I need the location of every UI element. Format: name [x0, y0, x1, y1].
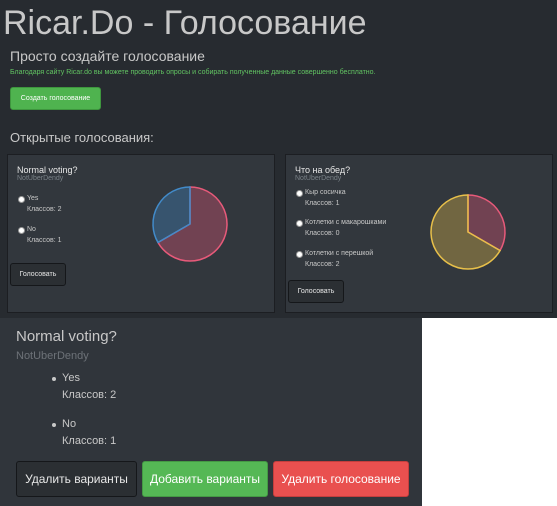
poll-card: Что на обед? NotUberDendy Кыр сосичка Кл…	[285, 154, 553, 313]
detail-option-label: Yes	[62, 372, 80, 384]
bullet-icon	[52, 423, 56, 427]
poll-detail-panel: Normal voting? NotUberDendy Yes Классов:…	[0, 318, 422, 506]
create-poll-button[interactable]: Создать голосование	[10, 87, 101, 110]
option-label: Котлетки с перешкой	[305, 250, 374, 257]
poll-author: NotUberDendy	[17, 175, 64, 182]
option-count: Классов: 1	[27, 237, 62, 244]
subtitle: Просто создайте голосование	[10, 48, 205, 64]
vote-button[interactable]: Голосовать	[288, 280, 344, 303]
vote-button[interactable]: Голосовать	[10, 263, 66, 286]
detail-author: NotUberDendy	[16, 350, 89, 362]
option-count: Классов: 2	[27, 206, 62, 213]
site-title: Ricar.Do - Голосование	[3, 4, 367, 42]
poll-pie-chart	[152, 186, 228, 262]
detail-option-label: No	[62, 418, 77, 430]
option-count: Классов: 0	[305, 230, 340, 237]
radio-button[interactable]	[18, 227, 25, 234]
option-label: Котлетки с макарошками	[305, 219, 387, 226]
radio-button[interactable]	[296, 220, 303, 227]
description: Благодаря сайту Ricar.do вы можете прово…	[10, 69, 376, 76]
open-polls-title: Открытые голосования:	[10, 130, 154, 145]
detail-title: Normal voting?	[16, 328, 117, 345]
option-label: Кыр сосичка	[305, 189, 346, 196]
bullet-icon	[52, 377, 56, 381]
poll-pie-chart	[430, 194, 506, 270]
radio-button[interactable]	[18, 196, 25, 203]
detail-option-count: Классов: 1	[62, 435, 117, 447]
main-page: Ricar.Do - Голосование Просто создайте г…	[0, 0, 557, 318]
poll-card: Normal voting? NotUberDendy Yes Классов:…	[7, 154, 275, 313]
option-label: Yes	[27, 195, 39, 202]
delete-options-button[interactable]: Удалить варианты	[16, 461, 137, 497]
add-options-button[interactable]: Добавить варианты	[142, 461, 268, 497]
poll-title: Что на обед?	[295, 165, 351, 175]
radio-button[interactable]	[296, 251, 303, 258]
option-label: No	[27, 226, 36, 233]
delete-poll-button[interactable]: Удалить голосование	[273, 461, 409, 497]
option-count: Классов: 2	[305, 261, 340, 268]
detail-option-count: Классов: 2	[62, 389, 117, 401]
poll-title: Normal voting?	[17, 165, 78, 175]
poll-author: NotUberDendy	[295, 175, 342, 182]
radio-button[interactable]	[296, 190, 303, 197]
option-count: Классов: 1	[305, 200, 340, 207]
